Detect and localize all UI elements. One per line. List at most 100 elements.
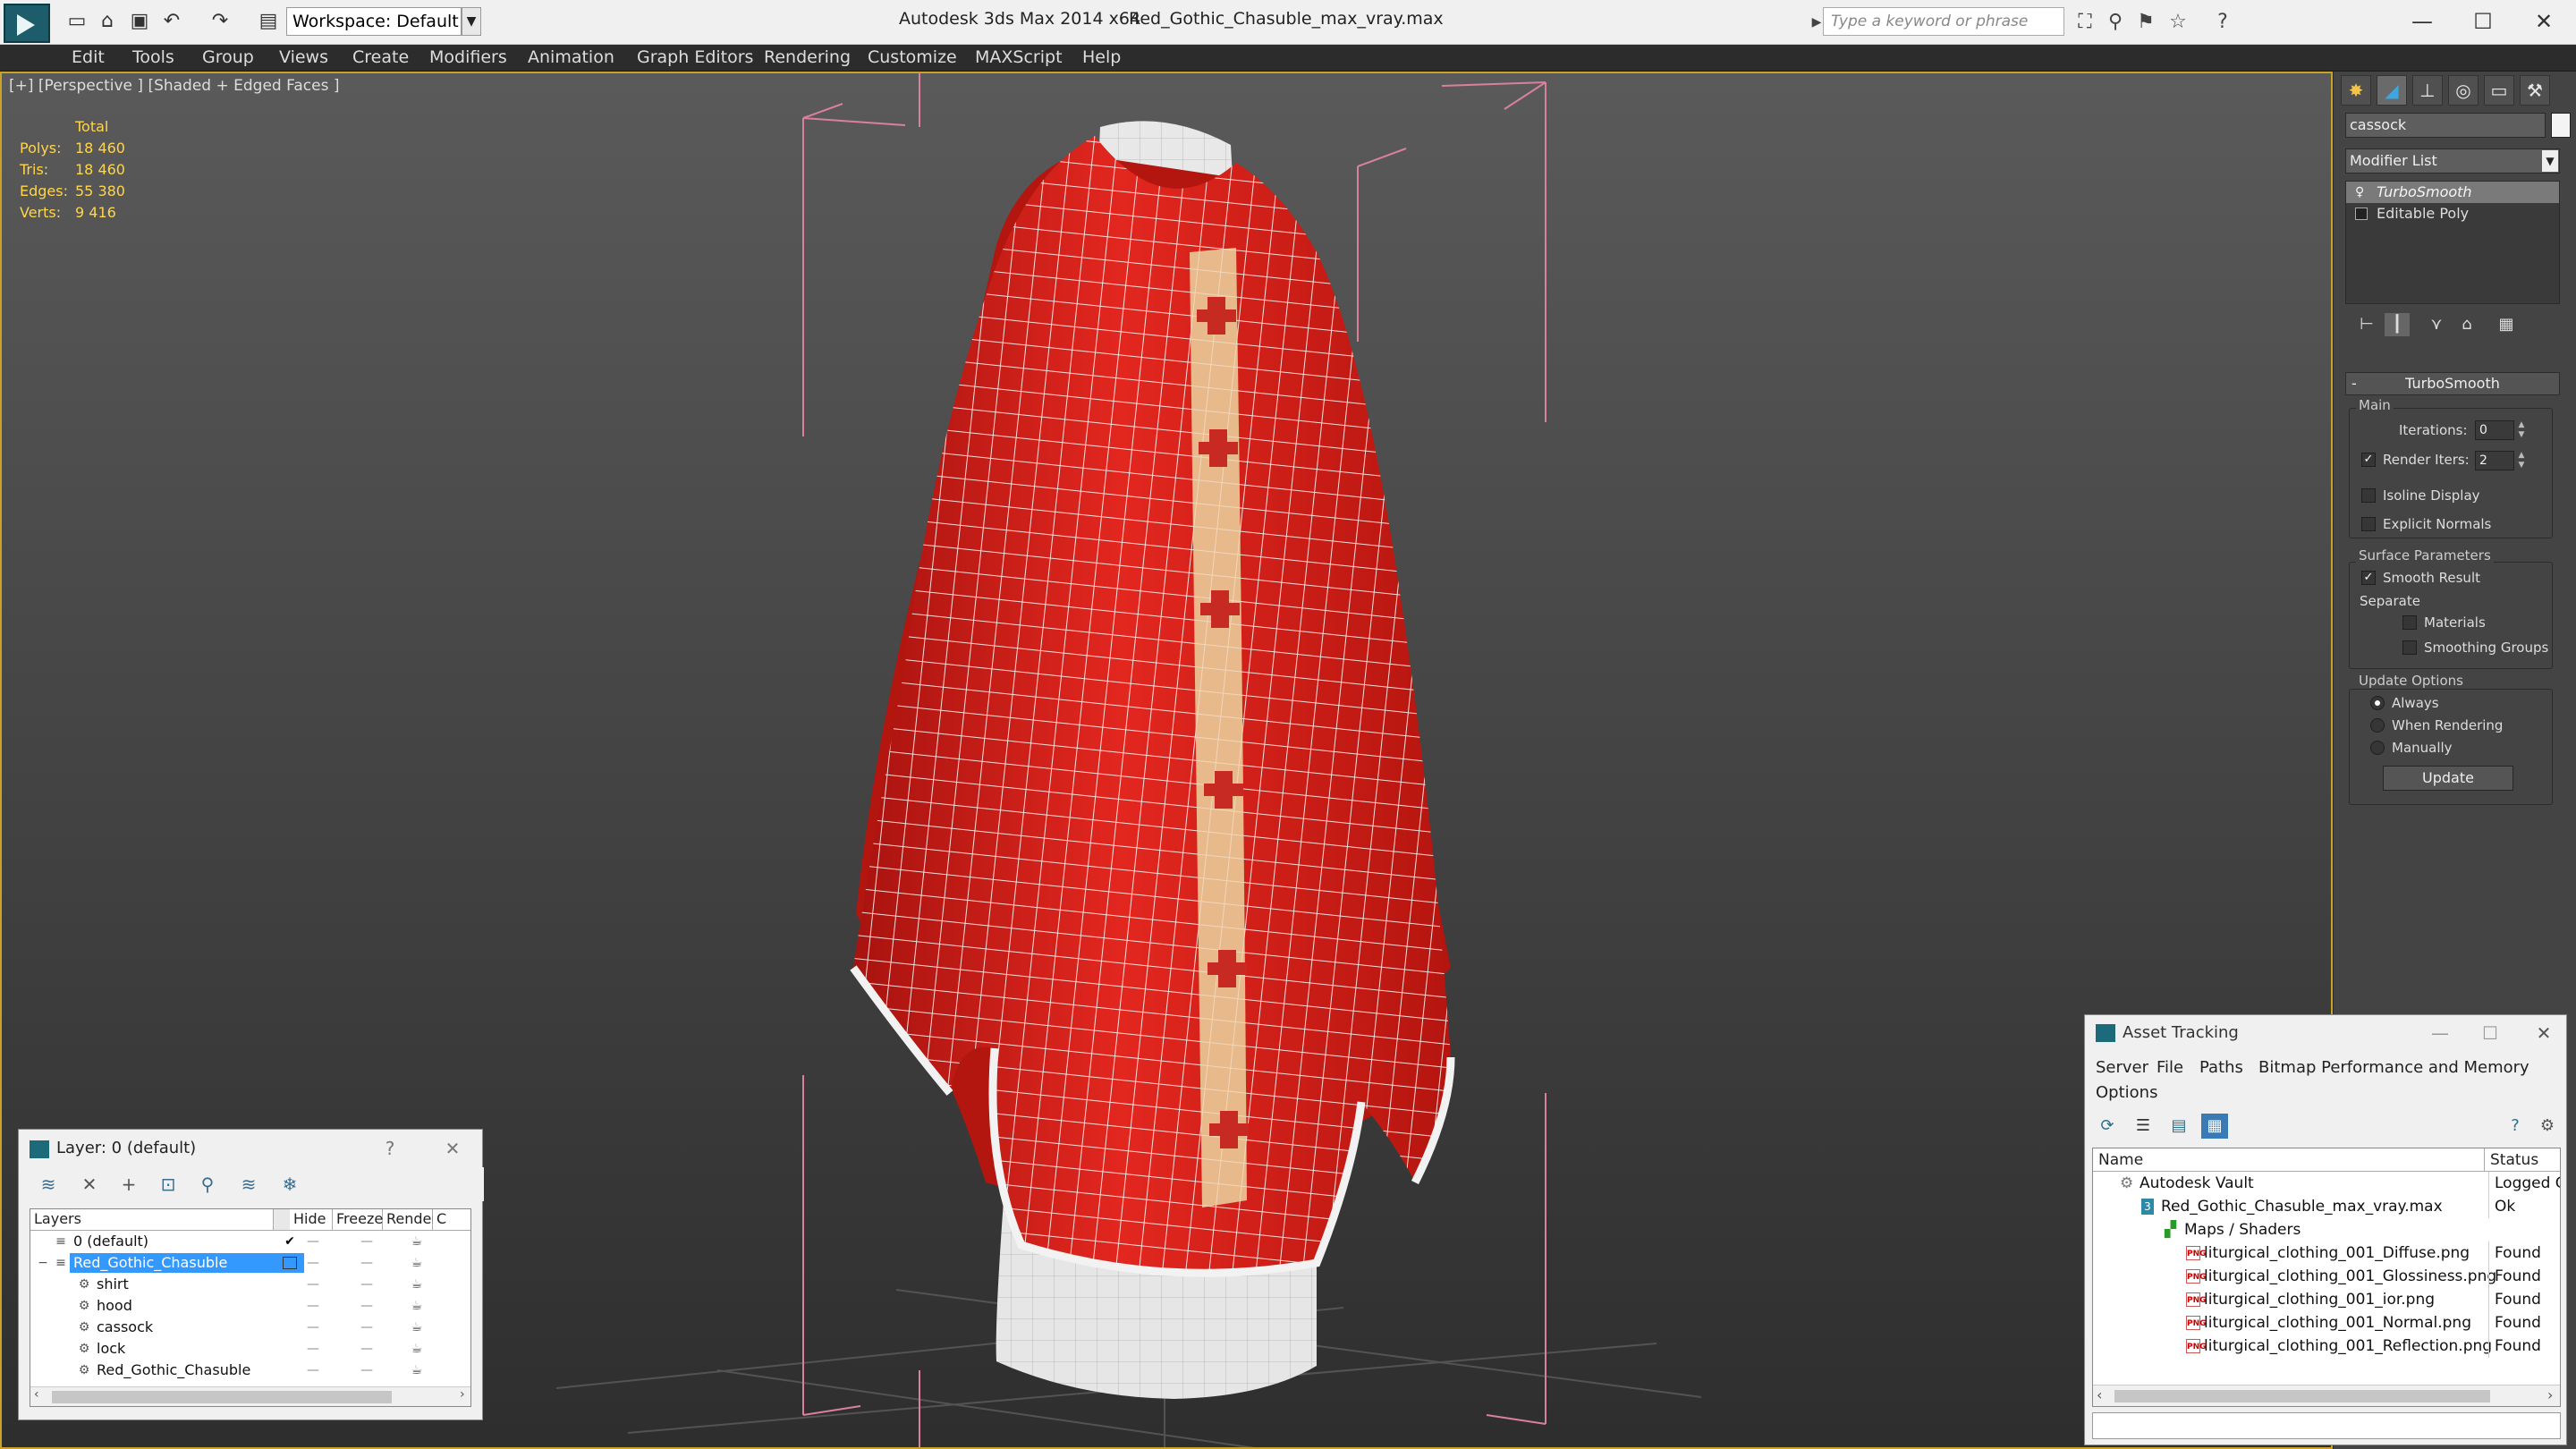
layer-window-title[interactable]: Layer: 0 (default) bbox=[19, 1130, 484, 1167]
spinner-arrows-icon[interactable]: ▲ ▼ bbox=[2516, 451, 2527, 470]
modifier-stack[interactable]: ♀ TurboSmooth Editable Poly bbox=[2345, 181, 2560, 304]
configure-sets-icon[interactable]: ▦ bbox=[2494, 313, 2519, 336]
menu-rendering[interactable]: Rendering bbox=[764, 47, 851, 67]
active-layer-checkmark-icon[interactable]: ✔ bbox=[283, 1231, 297, 1252]
render-teapot-icon[interactable]: ☕ bbox=[410, 1317, 424, 1338]
render-teapot-icon[interactable]: ☕ bbox=[410, 1360, 424, 1381]
layer-row[interactable]: ⚙ lock — — ☕ bbox=[30, 1338, 470, 1360]
menu-edit[interactable]: Edit bbox=[72, 47, 105, 67]
layer-row[interactable]: ⚙ hood — — ☕ bbox=[30, 1295, 470, 1317]
modifier-list-arrow-icon[interactable]: ▼ bbox=[2542, 150, 2558, 172]
new-file-icon[interactable]: ▭ bbox=[64, 9, 89, 34]
render-teapot-icon[interactable]: ☕ bbox=[410, 1274, 424, 1295]
pin-stack-icon[interactable]: ⊢ bbox=[2354, 313, 2379, 336]
update-button[interactable]: Update bbox=[2383, 766, 2513, 791]
smoothing-groups-checkbox[interactable] bbox=[2402, 640, 2417, 655]
hide-toggle[interactable]: — bbox=[304, 1252, 322, 1274]
scroll-left-icon[interactable]: ‹ bbox=[34, 1387, 39, 1402]
isoline-display-checkbox[interactable] bbox=[2361, 488, 2376, 503]
menu-group[interactable]: Group bbox=[202, 47, 254, 67]
display-tab-icon[interactable]: ▭ bbox=[2484, 75, 2514, 106]
column-render[interactable]: Render bbox=[383, 1209, 437, 1231]
render-iters-checkbox[interactable]: ✓ bbox=[2361, 453, 2376, 467]
at-menu-bitmap-performance[interactable]: Bitmap Performance and Memory bbox=[2258, 1058, 2529, 1077]
layer-name[interactable]: 0 (default) bbox=[70, 1232, 152, 1251]
asset-horizontal-scrollbar[interactable]: ‹ › bbox=[2093, 1385, 2560, 1406]
smooth-result-checkbox[interactable]: ✓ bbox=[2361, 571, 2376, 585]
at-help-icon[interactable]: ? bbox=[2502, 1114, 2529, 1139]
collapse-minus-icon[interactable]: − bbox=[36, 1252, 50, 1274]
asset-row[interactable]: PNG liturgical_clothing_001_ior.png Foun… bbox=[2093, 1288, 2560, 1311]
column-layers[interactable]: Layers bbox=[30, 1209, 274, 1231]
workspace-dropdown-arrow-icon[interactable]: ▼ bbox=[462, 7, 481, 36]
hide-toggle[interactable]: — bbox=[304, 1338, 322, 1360]
render-teapot-icon[interactable]: ☕ bbox=[410, 1338, 424, 1360]
materials-checkbox[interactable] bbox=[2402, 615, 2417, 630]
rollout-turbosmooth[interactable]: - TurboSmooth bbox=[2345, 372, 2560, 395]
asset-row[interactable]: PNG liturgical_clothing_001_Glossiness.p… bbox=[2093, 1265, 2560, 1288]
column-hide[interactable]: Hide bbox=[290, 1209, 333, 1231]
explicit-normals-checkbox[interactable] bbox=[2361, 517, 2376, 531]
menu-customize[interactable]: Customize bbox=[868, 47, 957, 67]
object-name-field[interactable]: cassock bbox=[2345, 113, 2546, 138]
hide-toggle[interactable]: — bbox=[304, 1317, 322, 1338]
menu-views[interactable]: Views bbox=[279, 47, 328, 67]
save-icon[interactable]: ▣ bbox=[127, 9, 152, 34]
at-settings-icon[interactable]: ⚙ bbox=[2534, 1114, 2561, 1139]
column-freeze[interactable]: Freeze bbox=[333, 1209, 383, 1231]
menu-animation[interactable]: Animation bbox=[528, 47, 614, 67]
layer-help-button[interactable]: ? bbox=[377, 1137, 403, 1160]
hierarchy-tab-icon[interactable]: ⊥ bbox=[2412, 75, 2443, 106]
highlight-layer-icon[interactable]: ⚲ bbox=[194, 1171, 221, 1198]
infocenter-search-input[interactable]: Type a keyword or phrase bbox=[1823, 7, 2064, 36]
layer-row[interactable]: − ≡ Red_Gothic_Chasuble — — ☕ bbox=[30, 1252, 470, 1274]
menu-graph-editors[interactable]: Graph Editors bbox=[637, 47, 753, 67]
scrollbar-thumb[interactable] bbox=[52, 1391, 392, 1403]
layer-row[interactable]: ⚙ Red_Gothic_Chasuble — — ☕ bbox=[30, 1360, 470, 1381]
freeze-toggle[interactable]: — bbox=[358, 1252, 376, 1274]
communication-icon[interactable]: ⚑ bbox=[2132, 9, 2159, 36]
infocenter-icon[interactable]: ⚲ bbox=[2102, 9, 2129, 36]
lightbulb-icon[interactable]: ♀ bbox=[2355, 186, 2368, 199]
create-tab-icon[interactable]: ✸ bbox=[2341, 75, 2371, 106]
freeze-all-layers-icon[interactable]: ❄ bbox=[276, 1171, 303, 1198]
hide-all-layers-icon[interactable]: ≋ bbox=[235, 1171, 262, 1198]
freeze-toggle[interactable]: — bbox=[358, 1338, 376, 1360]
make-unique-icon[interactable]: ⋎ bbox=[2424, 313, 2449, 336]
object-name[interactable]: cassock bbox=[93, 1318, 157, 1337]
always-radio[interactable] bbox=[2370, 696, 2385, 710]
object-color-swatch[interactable] bbox=[2551, 113, 2571, 138]
remove-modifier-icon[interactable]: ⌂ bbox=[2454, 313, 2479, 336]
project-folder-icon[interactable]: ▤ bbox=[256, 9, 281, 34]
hide-toggle[interactable]: — bbox=[304, 1295, 322, 1317]
manually-radio[interactable] bbox=[2370, 741, 2385, 755]
menu-create[interactable]: Create bbox=[352, 47, 409, 67]
layer-name[interactable]: Red_Gothic_Chasuble bbox=[70, 1253, 304, 1273]
at-menu-paths[interactable]: Paths bbox=[2199, 1058, 2243, 1077]
stack-item-editable-poly[interactable]: Editable Poly bbox=[2346, 203, 2559, 225]
menu-help[interactable]: Help bbox=[1082, 47, 1121, 67]
at-maximize-button[interactable]: ☐ bbox=[2475, 1021, 2505, 1046]
motion-tab-icon[interactable]: ◎ bbox=[2448, 75, 2479, 106]
freeze-toggle[interactable]: — bbox=[358, 1317, 376, 1338]
modifier-list-dropdown[interactable]: Modifier List bbox=[2345, 148, 2560, 174]
asset-row[interactable]: PNG liturgical_clothing_001_Reflection.p… bbox=[2093, 1335, 2560, 1358]
menu-tools[interactable]: Tools bbox=[132, 47, 174, 67]
column-status[interactable]: Status bbox=[2485, 1148, 2560, 1172]
scroll-right-icon[interactable]: › bbox=[460, 1387, 465, 1402]
stack-item-turbosmooth[interactable]: ♀ TurboSmooth bbox=[2346, 182, 2559, 203]
app-menu-logo-icon[interactable] bbox=[4, 4, 50, 43]
delete-layer-icon[interactable]: ✕ bbox=[76, 1171, 103, 1198]
spinner-arrows-icon[interactable]: ▲ ▼ bbox=[2516, 420, 2527, 440]
redo-icon[interactable]: ↷ bbox=[208, 9, 233, 34]
render-iters-spinner[interactable]: 2 bbox=[2475, 451, 2514, 470]
column-name[interactable]: Name bbox=[2093, 1148, 2485, 1172]
binoculars-icon[interactable]: ⛶ bbox=[2072, 9, 2098, 36]
object-name[interactable]: hood bbox=[93, 1296, 136, 1316]
layer-row[interactable]: ≡ 0 (default) ✔ — — ☕ bbox=[30, 1231, 470, 1252]
at-menu-file[interactable]: File bbox=[2157, 1058, 2183, 1077]
expand-icon[interactable] bbox=[2355, 208, 2368, 220]
menu-modifiers[interactable]: Modifiers bbox=[429, 47, 507, 67]
asset-row[interactable]: PNG liturgical_clothing_001_Normal.png F… bbox=[2093, 1311, 2560, 1335]
render-teapot-icon[interactable]: ☕ bbox=[410, 1252, 424, 1274]
